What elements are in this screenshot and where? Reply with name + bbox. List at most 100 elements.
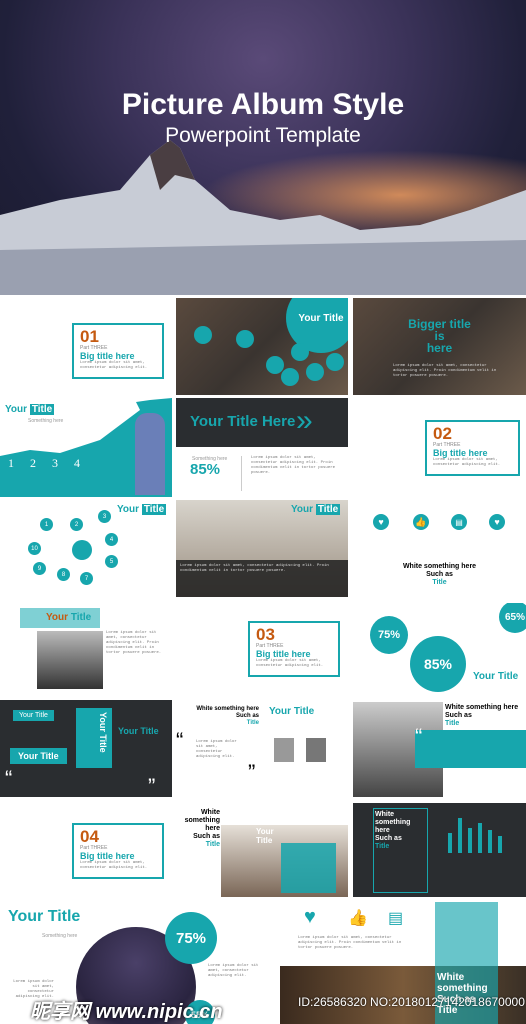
slide-section-04[interactable]: 04 Part THREE Big title here Lorem ipsum… <box>0 803 172 897</box>
woman-photo <box>135 413 165 495</box>
teal-block <box>281 843 336 893</box>
slide-bigger-title[interactable]: Bigger title is here Lorem ipsum dolor s… <box>353 298 526 395</box>
section-box: 02 Part THREE Big title here Lorem ipsum… <box>425 420 520 476</box>
title-word-highlight: Title <box>315 504 341 515</box>
slide-heading: Such as <box>235 713 259 719</box>
slide-title: Your Title <box>298 312 344 324</box>
title-word: Your <box>117 504 140 515</box>
chevron-right-icon: » <box>296 404 313 437</box>
slide-room[interactable]: Your Title Lorem ipsum dolor sit amet, c… <box>176 500 348 597</box>
heart-icon: ♥ <box>489 514 505 530</box>
title-word-highlight: Title <box>141 504 167 515</box>
man-photo <box>37 631 103 689</box>
slide-percent-circles[interactable]: 75% 85% 65% Your Title <box>353 603 526 695</box>
slide-bubbles[interactable]: Your Title <box>176 298 348 395</box>
bubble <box>194 326 212 344</box>
banner-title: Your Title Here <box>190 413 296 430</box>
section-title: Big title here <box>80 851 135 861</box>
percent-circle: 75% <box>370 616 408 654</box>
slide-man-teal[interactable]: White something here Such as Title “ <box>353 700 526 797</box>
slide-circle-diagram[interactable]: Your Title 1 2 3 4 5 7 8 9 10 <box>0 500 172 597</box>
bar-chart-graphic <box>448 818 502 853</box>
slide-section-02[interactable]: 02 Part THREE Big title here Lorem ipsum… <box>353 398 526 497</box>
title-word: Your <box>5 404 28 415</box>
section-text: Lorem ipsum dolor sit amet, consectetur … <box>80 361 148 370</box>
quote-icon: ” <box>248 760 256 785</box>
watermark-id: ID:26586320 NO:20180127142018670000 <box>298 995 525 1009</box>
text-frame <box>373 808 428 893</box>
slide-heading: here <box>205 825 220 832</box>
heart-icon: ♥ <box>304 906 316 928</box>
bubble <box>266 356 284 374</box>
step-number: 1 <box>8 456 14 470</box>
section-title: Big title here <box>256 649 311 659</box>
slide-text: Lorem ipsum dolor sit amet, consectetur … <box>298 936 402 950</box>
percent-circle: 85% <box>410 636 466 692</box>
slide-heading: White something here <box>402 563 477 570</box>
step-number: 4 <box>74 456 80 470</box>
slide-heading-accent: Title <box>205 841 220 848</box>
title-word-highlight: Title <box>70 612 92 623</box>
section-number: 02 <box>433 424 452 443</box>
title-word-highlight: Title <box>29 404 55 415</box>
slide-heading: White something here <box>196 706 259 712</box>
node-circle: 4 <box>105 533 118 546</box>
slide-quotes[interactable]: White something here Such as Title Your Ti… <box>176 700 348 797</box>
section-title: Big title here <box>433 448 488 458</box>
slide-heading-accent: Title <box>246 720 259 726</box>
slide-white-something[interactable]: White something here Such as Title Your Title <box>176 803 348 897</box>
slide-title: Your Title <box>118 726 159 736</box>
section-title: Big title here <box>80 351 135 361</box>
slide-subtitle: Something here <box>28 418 64 424</box>
slide-heading-accent: Title <box>445 720 460 727</box>
slide-85-percent[interactable]: Something here 85% Lorem ipsum dolor sit… <box>176 448 348 497</box>
slide-subtitle: Something here <box>42 933 78 939</box>
section-number: 01 <box>80 327 99 346</box>
bigger-title-line: here <box>426 341 453 355</box>
slide-man-photo[interactable]: Your Title Lorem ipsum dolor sit amet, c… <box>0 603 172 695</box>
section-box: 01 Part THREE Big title here Lorem ipsum… <box>72 323 164 379</box>
slide-title: Your Title <box>8 908 81 925</box>
quote-icon: ” <box>148 774 156 797</box>
section-number: 04 <box>80 827 99 846</box>
stat-value: 85% <box>190 461 221 478</box>
node-circle: 8 <box>57 568 70 581</box>
title-box-vertical: Your Title <box>76 708 112 768</box>
watermark-logo: 昵享网 www.nipic.cn <box>30 1001 223 1023</box>
slide-text: Lorem ipsum dolor sit amet, consectetur … <box>251 456 336 475</box>
node-circle: 2 <box>70 518 83 531</box>
slide-section-03[interactable]: 03 Part THREE Big title here Lorem ipsum… <box>176 603 348 695</box>
slide-heading: White <box>437 972 465 983</box>
thumbs-up-icon: 👍 <box>348 910 368 927</box>
chat-icon: ▤ <box>388 910 404 927</box>
title-box: Your Title <box>13 710 54 721</box>
step-number: 3 <box>52 456 58 470</box>
slide-heading-accent: Title <box>432 579 447 586</box>
node-circle: 3 <box>98 510 111 523</box>
slide-text: Lorem ipsum dolor sit amet, consectetur … <box>208 964 259 978</box>
quote-icon: “ <box>415 724 423 749</box>
title-word: Title <box>256 836 273 845</box>
slide-dark-title[interactable]: Your Title Your Title Your Title Your Ti… <box>0 700 172 797</box>
slide-heading: Such as <box>193 833 220 840</box>
slide-growth[interactable]: Your Title Something here 1 2 3 4 <box>0 398 172 497</box>
percent-circle: 65% <box>499 603 526 633</box>
title-word: Your <box>256 827 274 836</box>
heart-icon: ♥ <box>373 514 389 530</box>
slide-title-banner[interactable]: Your Title Here » <box>176 398 348 447</box>
slide-section-01[interactable]: 01 Part THREE Big title here Lorem ipsum… <box>0 298 172 395</box>
cover-subtitle: Powerpoint Template <box>165 124 361 147</box>
section-box: 03 Part THREE Big title here Lorem ipsum… <box>248 621 340 677</box>
quote-icon: “ <box>5 766 13 791</box>
section-box: 04 Part THREE Big title here Lorem ipsum… <box>72 823 164 879</box>
slide-text: Lorem ipsum dolor sit amet, consectetur … <box>106 631 162 655</box>
section-text: Lorem ipsum dolor sit amet, consectetur … <box>256 659 324 668</box>
slide-chart-dark[interactable]: White something here Such as Title <box>353 803 526 897</box>
node-circle: 1 <box>40 518 53 531</box>
cover-title: Picture Album Style <box>121 88 405 121</box>
slide-icons[interactable]: ♥ 👍 ▤ ♥ White something here Such as Tit… <box>353 500 526 597</box>
bubble <box>291 343 309 361</box>
slide-text: Lorem ipsum dolor sit amet, consectetur … <box>393 364 497 378</box>
chat-icon: ▤ <box>451 514 467 530</box>
slide-heading: something <box>184 817 220 824</box>
